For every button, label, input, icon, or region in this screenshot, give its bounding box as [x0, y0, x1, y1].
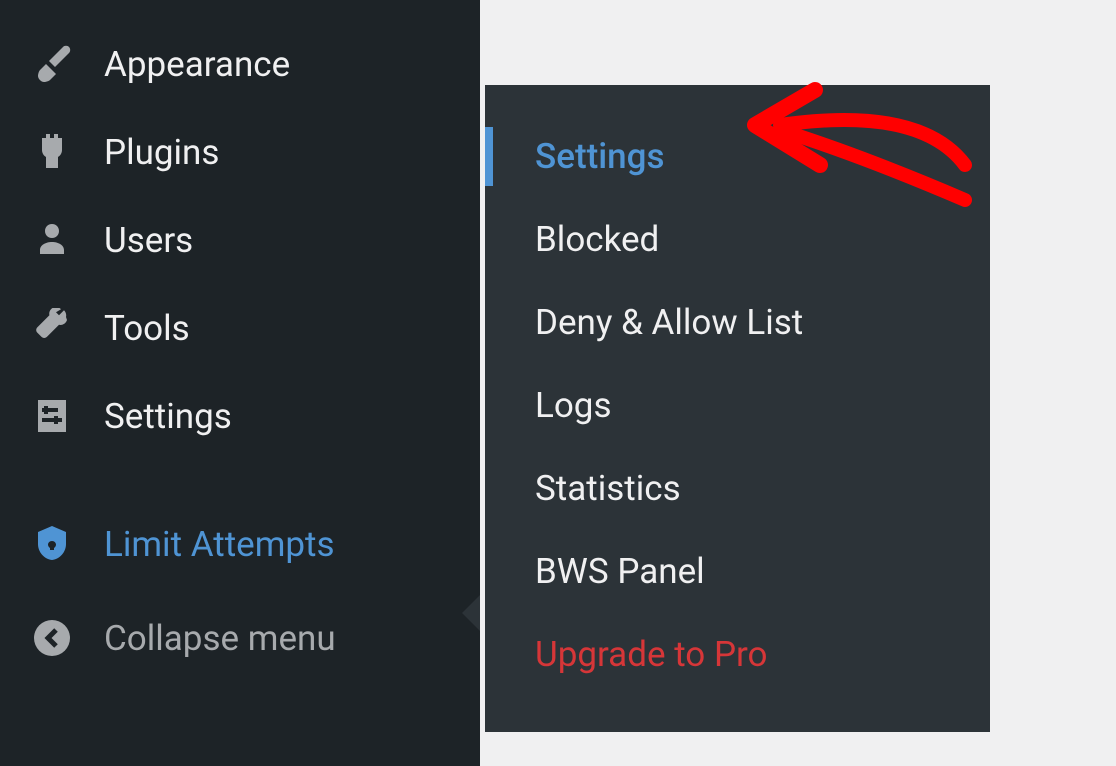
brush-icon — [30, 42, 74, 86]
sidebar-item-label: Appearance — [104, 44, 290, 85]
wrench-icon — [30, 306, 74, 350]
sliders-icon — [30, 394, 74, 438]
flyout-item-label: Logs — [535, 385, 612, 426]
flyout-item-deny-allow[interactable]: Deny & Allow List — [485, 281, 990, 364]
submenu-flyout: Settings Blocked Deny & Allow List Logs … — [485, 85, 990, 732]
sidebar-item-settings[interactable]: Settings — [0, 372, 480, 460]
sidebar-item-limit-attempts[interactable]: Limit Attempts — [0, 500, 480, 588]
flyout-item-label: Upgrade to Pro — [535, 634, 768, 675]
sidebar-item-appearance[interactable]: Appearance — [0, 20, 480, 108]
flyout-pointer — [462, 595, 480, 631]
flyout-item-logs[interactable]: Logs — [485, 364, 990, 447]
flyout-item-bws-panel[interactable]: BWS Panel — [485, 530, 990, 613]
sidebar-item-label: Plugins — [104, 132, 219, 173]
sidebar-item-plugins[interactable]: Plugins — [0, 108, 480, 196]
sidebar-item-label: Settings — [104, 396, 232, 437]
sidebar-item-label: Limit Attempts — [104, 524, 335, 565]
flyout-item-label: Statistics — [535, 468, 681, 509]
flyout-item-settings[interactable]: Settings — [485, 115, 990, 198]
shield-icon — [30, 522, 74, 566]
sidebar-item-tools[interactable]: Tools — [0, 284, 480, 372]
flyout-item-upgrade[interactable]: Upgrade to Pro — [485, 613, 990, 696]
sidebar-spacer — [0, 460, 480, 500]
collapse-menu-button[interactable]: Collapse menu — [0, 588, 480, 682]
plug-icon — [30, 130, 74, 174]
sidebar-item-label: Users — [104, 220, 193, 261]
sidebar-item-label: Tools — [104, 308, 190, 349]
flyout-item-label: BWS Panel — [535, 551, 705, 592]
collapse-label: Collapse menu — [104, 618, 336, 659]
flyout-item-statistics[interactable]: Statistics — [485, 447, 990, 530]
sidebar-item-users[interactable]: Users — [0, 196, 480, 284]
admin-sidebar: Appearance Plugins Users Tools Settings … — [0, 0, 480, 766]
flyout-item-label: Settings — [535, 136, 665, 177]
flyout-item-label: Blocked — [535, 219, 659, 260]
collapse-icon — [30, 616, 74, 660]
flyout-item-blocked[interactable]: Blocked — [485, 198, 990, 281]
flyout-item-label: Deny & Allow List — [535, 302, 803, 343]
user-icon — [30, 218, 74, 262]
